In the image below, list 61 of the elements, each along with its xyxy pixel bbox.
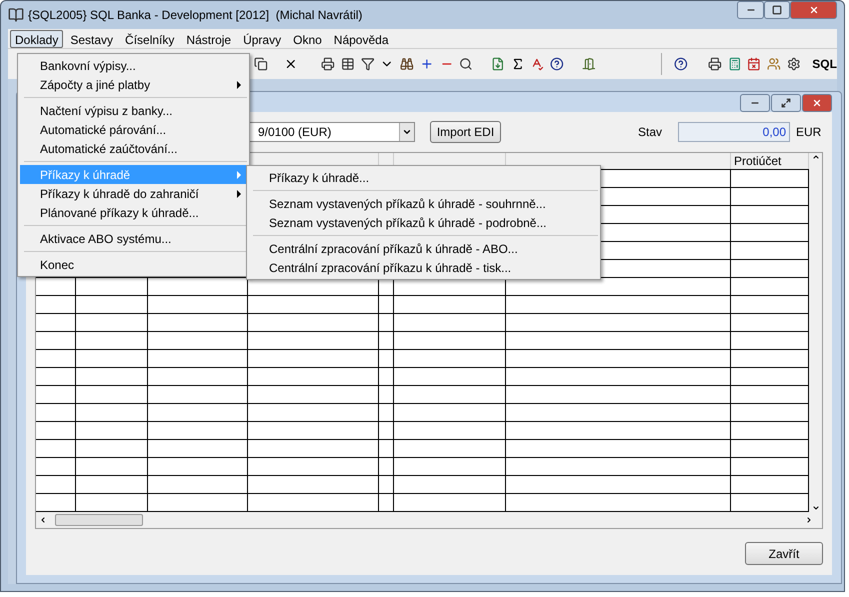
menu-item[interactable]: Automatické zaúčtování... xyxy=(20,139,247,158)
menu-item[interactable]: Příkazy k úhradě... xyxy=(249,168,598,187)
menu-item[interactable]: Bankovní výpisy... xyxy=(20,56,247,75)
scroll-left-icon[interactable] xyxy=(39,516,47,524)
menu-item[interactable]: Načtení výpisu z banky... xyxy=(20,101,247,120)
filter-icon[interactable] xyxy=(360,56,374,72)
menu-bar-item[interactable]: Sestavy xyxy=(65,30,118,48)
menu-item[interactable]: Plánované příkazy k úhradě... xyxy=(20,203,247,222)
menu-item[interactable]: Seznam vystavených příkazů k úhradě - souhrnně... xyxy=(249,194,598,213)
vertical-scrollbar[interactable] xyxy=(809,153,822,512)
users-icon[interactable] xyxy=(766,56,781,72)
import-edi-button[interactable]: Import EDI xyxy=(430,121,501,143)
menu-bar-item[interactable]: Nástroje xyxy=(181,30,236,48)
menu-item[interactable]: Konec xyxy=(20,255,247,274)
menu-item[interactable]: Centrální zpracování příkazu k úhradě - tisk... xyxy=(249,258,598,277)
menu-bar-item[interactable]: Úpravy xyxy=(238,30,286,48)
calendar-icon[interactable] xyxy=(747,56,761,72)
restore-icon xyxy=(781,98,791,108)
help-icon[interactable] xyxy=(550,56,564,72)
menu-item[interactable]: Příkazy k úhradě do zahraničí xyxy=(20,184,247,203)
currency-label: EUR xyxy=(796,124,822,141)
close-icon xyxy=(808,5,818,15)
settings-icon[interactable] xyxy=(786,56,800,72)
submenu-arrow-icon xyxy=(237,190,241,198)
close-dialog-button[interactable]: Zavřít xyxy=(745,542,823,565)
window-title: {SQL2005} SQL Banka - Development [2012] (Michal Navrátil) xyxy=(28,6,362,24)
exit-door-icon[interactable] xyxy=(582,56,596,72)
scroll-right-icon[interactable] xyxy=(805,516,813,524)
submenu-arrow-icon xyxy=(237,170,241,178)
copy-icon[interactable] xyxy=(254,56,268,72)
help-icon[interactable] xyxy=(674,56,688,72)
status-field: 0,00 xyxy=(678,122,790,142)
menu-item[interactable]: Centrální zpracování příkazů k úhradě - ABO... xyxy=(249,239,598,258)
close-button[interactable] xyxy=(802,94,832,112)
maximize-button[interactable] xyxy=(764,1,790,19)
menu-item[interactable]: Seznam vystavených příkazů k úhradě - podrobně... xyxy=(249,213,598,232)
search-icon[interactable] xyxy=(459,56,473,72)
calculator-icon[interactable] xyxy=(728,56,742,72)
spellcheck-icon[interactable] xyxy=(530,56,544,72)
app-book-icon xyxy=(8,6,24,23)
close-icon xyxy=(812,98,822,108)
submenu-arrow-icon xyxy=(237,80,241,88)
scroll-up-icon[interactable] xyxy=(812,153,820,161)
menu-bar-item[interactable]: Okno xyxy=(288,30,327,48)
maximize-icon xyxy=(772,5,782,15)
horizontal-scrollbar[interactable] xyxy=(36,512,822,528)
menu-bar-item[interactable]: Číselníky xyxy=(120,30,180,48)
scroll-down-icon[interactable] xyxy=(812,504,820,512)
binoculars-icon[interactable] xyxy=(400,56,414,72)
table-icon[interactable] xyxy=(341,56,355,72)
restore-button[interactable] xyxy=(771,94,801,112)
status-label: Stav xyxy=(638,124,662,141)
menu-bar-item[interactable]: Doklady xyxy=(10,30,64,48)
menu-bar-item[interactable]: Nápověda xyxy=(328,30,394,48)
print-preview-icon[interactable] xyxy=(708,56,722,72)
column-header[interactable]: Protiúčet xyxy=(734,154,782,168)
print-icon[interactable] xyxy=(321,56,336,72)
menu-item[interactable]: Zápočty a jiné platby xyxy=(20,75,247,94)
sql-button[interactable]: SQL xyxy=(812,55,837,74)
import-document-icon[interactable] xyxy=(490,56,505,72)
menu-item[interactable]: Aktivace ABO systému... xyxy=(20,229,247,248)
